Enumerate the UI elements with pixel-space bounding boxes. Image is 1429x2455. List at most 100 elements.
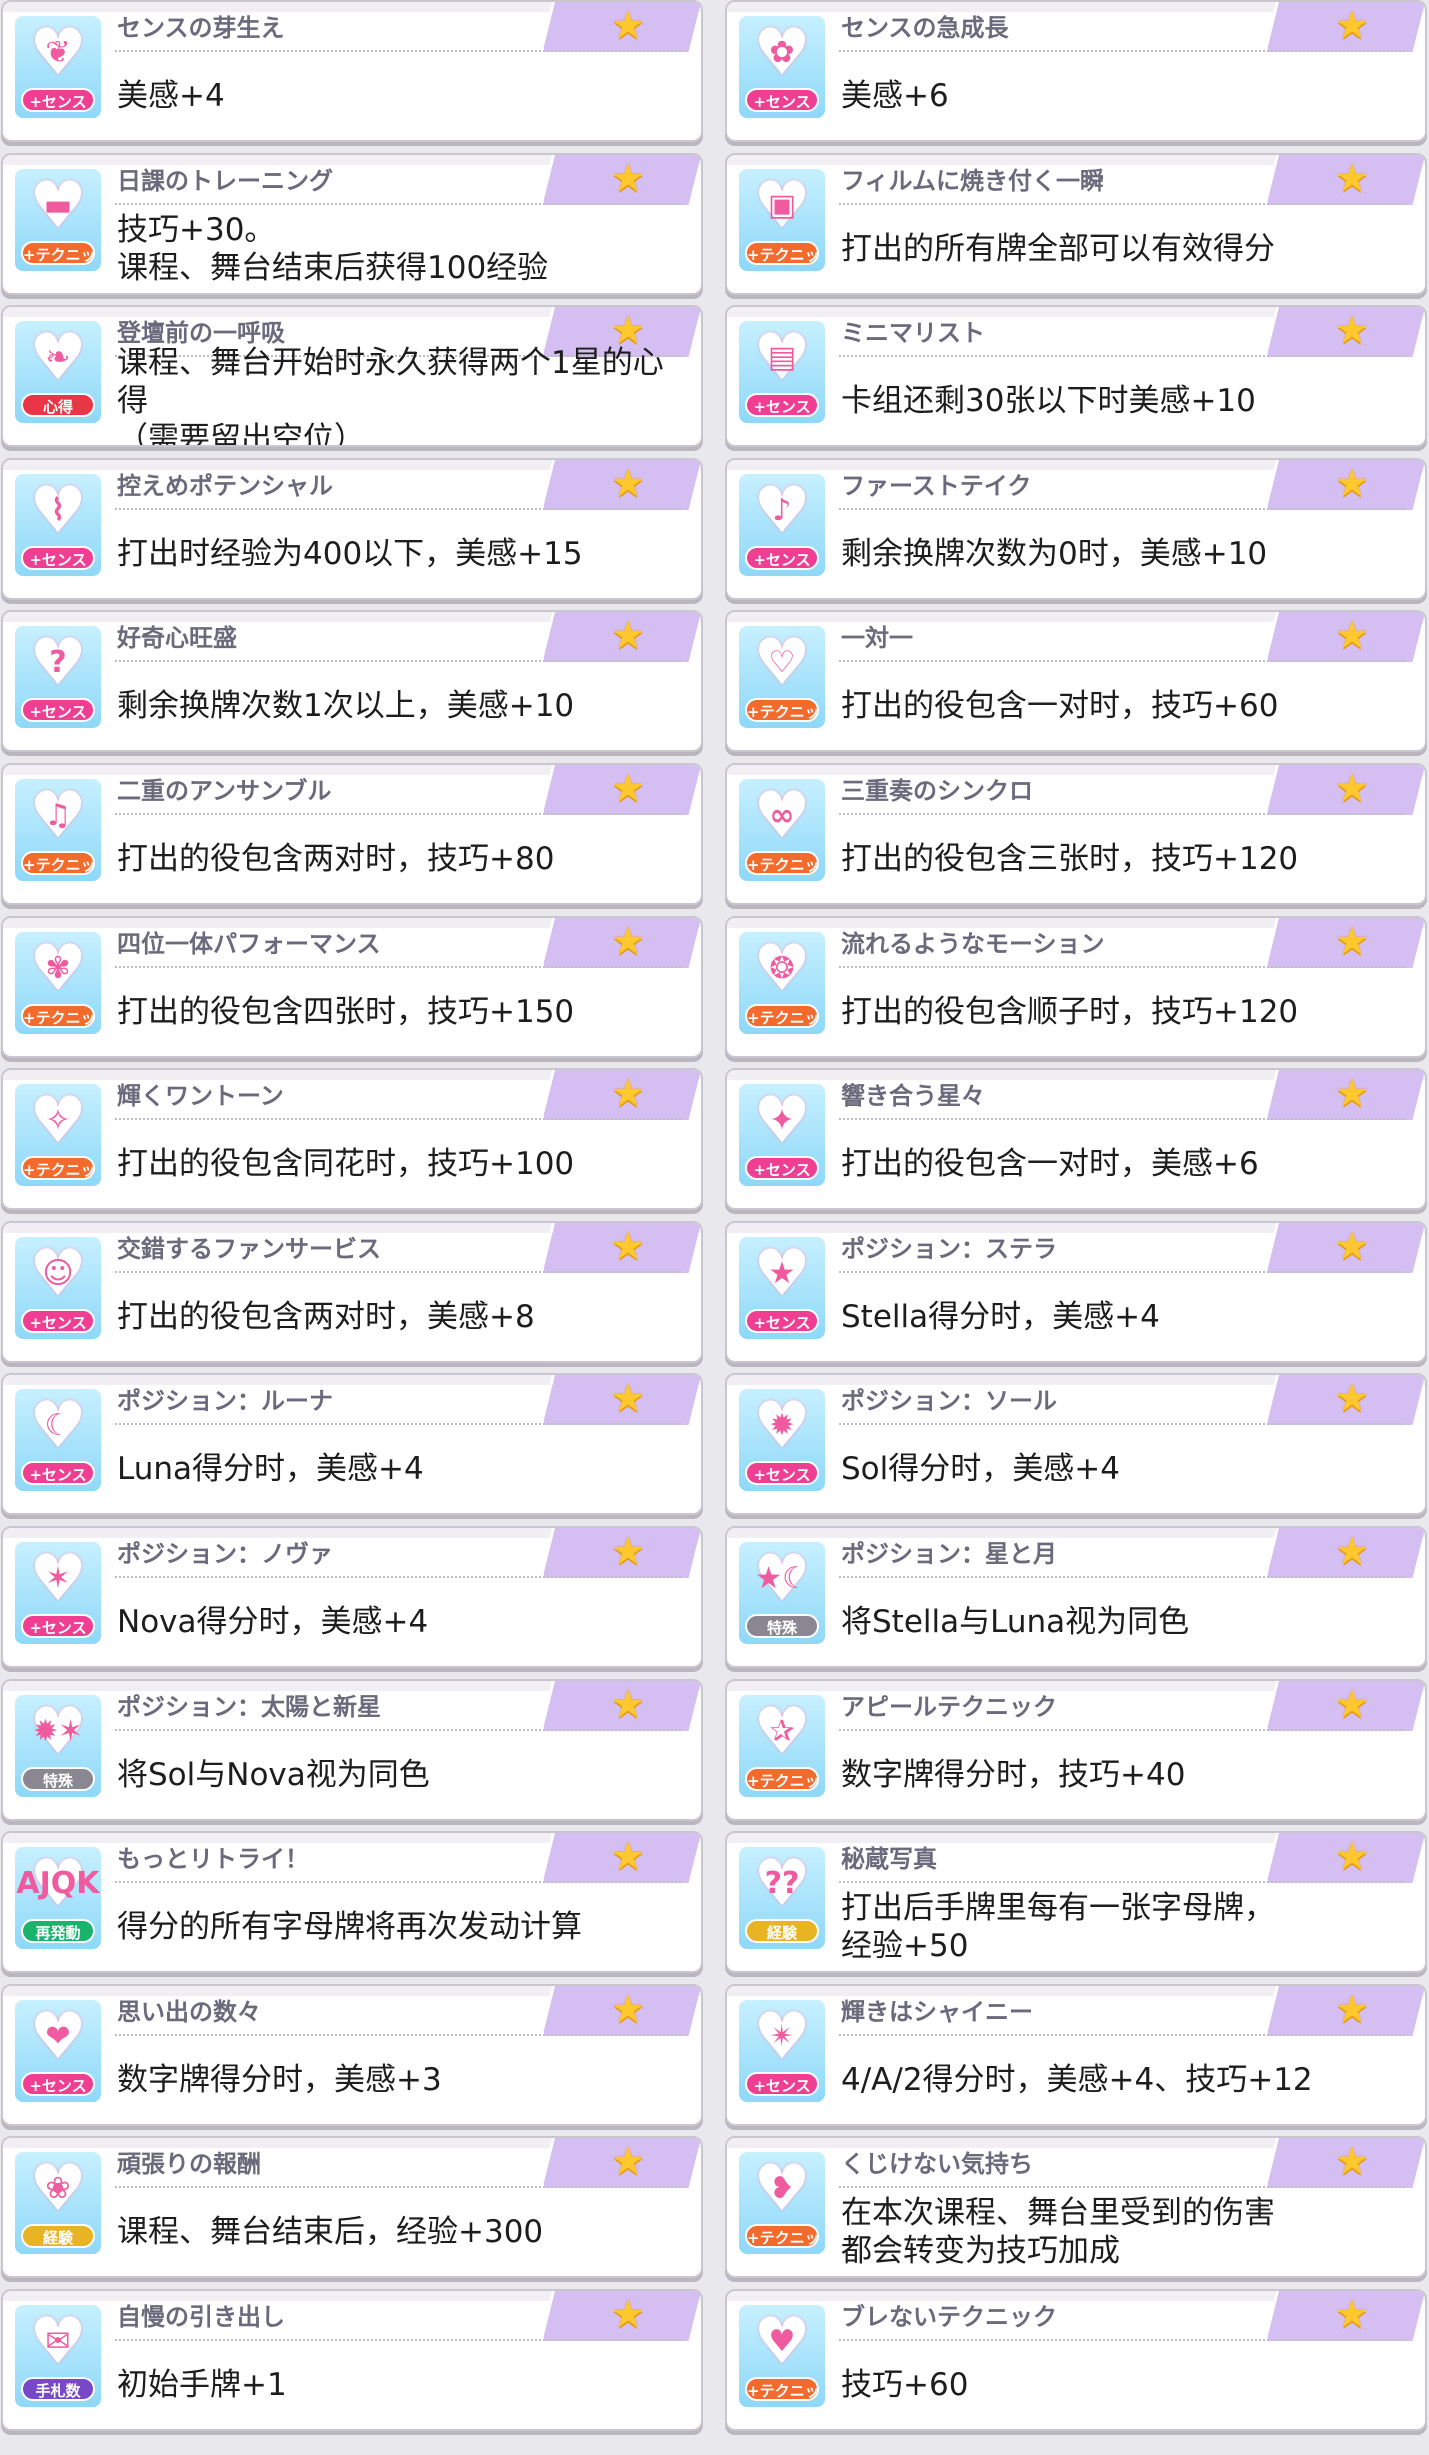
skill-icon-frame: ♥∞+テクニック (739, 778, 825, 881)
skill-description: 得分的所有字母牌将再次发动计算 (117, 1889, 689, 1965)
skill-description-text: 美感+4 (117, 78, 225, 114)
skill-card[interactable]: ★ ♥ ❤ +センス 思い出の数々 数字牌得分时，美感+3 (1, 1983, 703, 2126)
skill-title: 輝きはシャイニー (841, 1997, 1033, 2026)
rarity-star-icon: ★ (1334, 918, 1370, 963)
skill-card[interactable]: ★♥▬+テクニック日課のトレーニング技巧+30。 课程、舞台结束后获得100经验 (1, 152, 703, 295)
skill-icon-frame: ♥ ✉ 手札数 (15, 2304, 101, 2407)
rarity-star-icon: ★ (1334, 460, 1370, 505)
rarity-star-icon: ★ (610, 1071, 646, 1116)
skill-card[interactable]: ★ ♥ ♪ +センス ファーストテイク 剩余换牌次数为0时，美感+10 (725, 457, 1427, 600)
dotted-divider (839, 2338, 1405, 2341)
skill-card[interactable]: ★ ♥ ✹✶ 特殊 ポジション：太陽と新星 将Sol与Nova视为同色 (1, 1678, 703, 1821)
skill-card[interactable]: ★ ♥ ☾ +センス ポジション：ルーナ Luna得分时，美感+4 (1, 1373, 703, 1516)
rarity-star-icon: ★ (1334, 2291, 1370, 2336)
skill-title: もっとリトライ！ (117, 1845, 309, 1874)
sprout-icon: ❦ (45, 35, 71, 70)
skill-card[interactable]: ★ ♥ ✹ +センス ポジション：ソール Sol得分时，美感+4 (725, 1373, 1427, 1516)
idol-silhouette-icon: ☺ (42, 1255, 74, 1291)
skill-icon-frame: ♥▣+テクニック (739, 168, 825, 271)
skill-description-text: 打出的役包含四张时，技巧+150 (117, 993, 575, 1030)
skill-icon-frame: ♥ ❀ 経験 (15, 2152, 101, 2255)
dotted-divider (839, 507, 1405, 510)
skill-description-text: 打出的役包含两对时，技巧+80 (117, 840, 555, 877)
skill-card[interactable]: ★♥▣+テクニックフィルムに焼き付く一瞬打出的所有牌全部可以有效得分 (725, 152, 1427, 295)
dotted-divider (839, 1881, 1405, 1884)
dancer-icon: ✰ (769, 1713, 795, 1749)
skill-description-text: 课程、舞台开始时永久获得两个1星的心得 （需要留出空位） (117, 345, 664, 448)
dotted-divider (839, 1575, 1405, 1578)
skill-description-text: Stella得分时，美感+4 (841, 1298, 1160, 1335)
category-badge: +テクニック (21, 850, 95, 875)
skill-card[interactable]: ★ ♥ ✿ +センス センスの急成長 美感+6 (725, 0, 1427, 142)
skill-icon-frame: ♥ ☾ +センス (15, 1389, 101, 1492)
rarity-star-icon: ★ (1334, 765, 1370, 810)
skill-card[interactable]: ★ ♥ AJQK 再発動 もっとリトライ！ 得分的所有字母牌将再次发动计算 (1, 1831, 703, 1974)
skill-description-text: 卡组还剩30张以下时美感+10 (841, 383, 1256, 420)
skill-description: Sol得分时，美感+4 (841, 1431, 1413, 1507)
skill-card[interactable]: ★ ♥ ?‌? 経験 秘蔵写真 打出后手牌里每有一张字母牌， 经验+50 (725, 1831, 1427, 1974)
skill-description-text: 将Sol与Nova视为同色 (117, 1756, 430, 1793)
skill-description-text: 打出的役包含顺子时，技巧+120 (841, 993, 1299, 1030)
skill-description: 打出后手牌里每有一张字母牌， 经验+50 (841, 1889, 1413, 1965)
skill-card[interactable]: ★ ♥ ★ +センス ポジション：ステラ Stella得分时，美感+4 (725, 1220, 1427, 1363)
skill-card[interactable]: ★ ♥ ⌇ +センス 控えめポテンシャル 打出时经验为400以下，美感+15 (1, 457, 703, 600)
rarity-star-icon: ★ (1334, 155, 1370, 200)
skill-card[interactable]: ★ ♥ ☺ +センス 交錯するファンサービス 打出的役包含两对时，美感+8 (1, 1220, 703, 1363)
skill-icon-frame: ♥ ▤ +センス (739, 321, 825, 424)
sakura-icon: ✾ (45, 950, 71, 986)
skill-title: 秘蔵写真 (841, 1845, 937, 1874)
skill-title: 流れるようなモーション (841, 929, 1105, 958)
dotted-divider (115, 507, 681, 510)
shoes-icon: ❧ (45, 340, 71, 376)
skill-title: くじけない気持ち (841, 2150, 1033, 2179)
dotted-divider (115, 1118, 681, 1121)
skill-card[interactable]: ★ ♥ ✉ 手札数 自慢の引き出し 初始手牌+1 (1, 2288, 703, 2431)
winged-heart-icon: ♥ (768, 2323, 796, 2359)
skill-title: 輝くワントーン (117, 1082, 284, 1111)
skill-icon-frame: ♥ ❧ 心得 (15, 321, 101, 424)
dotted-divider (839, 812, 1405, 815)
skill-card[interactable]: ★♥✧+テクニック輝くワントーン打出的役包含同花时，技巧+100 (1, 1068, 703, 1211)
skill-description-text: 技巧+60 (841, 2366, 969, 2403)
star-moon-icon: ★☾ (755, 1560, 809, 1596)
skill-card[interactable]: ★ ♥ ❀ 経験 頑張りの報酬 课程、舞台结束后，经验+300 (1, 2136, 703, 2279)
card-grid: ★ ♥ ❦ +センス センスの芽生え 美感+4 ★ ♥ ✿ +センス センスの急成長 美感+6 ★ ♥ ▬ +… (0, 0, 1429, 2455)
skill-icon-frame: ♥❥+テクニック (739, 2152, 825, 2255)
skill-card[interactable]: ★ ♥ ▤ +センス ミニマリスト 卡组还剩30张以下时美感+10 (725, 305, 1427, 448)
skill-card[interactable]: ★♥♫+テクニック二重のアンサンブル打出的役包含两对时，技巧+80 (1, 762, 703, 905)
skill-icon-frame: ♥ ♪ +センス (739, 473, 825, 576)
skill-description-text: 打出时经验为400以下，美感+15 (117, 535, 583, 572)
skill-card[interactable]: ★♥❂+テクニック流れるようなモーション打出的役包含顺子时，技巧+120 (725, 915, 1427, 1058)
skill-icon-frame: ♥ ☺ +センス (15, 1236, 101, 1339)
category-badge: +テクニック (745, 2224, 819, 2249)
skill-card[interactable]: ★ ♥ ❦ +センス センスの芽生え 美感+4 (1, 0, 703, 142)
rarity-star-icon: ★ (1334, 1528, 1370, 1573)
skill-card[interactable]: ★ ♥? +センス 好奇心旺盛 剩余换牌次数1次以上，美感+10 (1, 610, 703, 753)
skill-card[interactable]: ★♥❥+テクニックくじけない気持ち在本次课程、舞台里受到的伤害 都会转变为技巧加… (725, 2136, 1427, 2279)
skill-card[interactable]: ★ ♥ ✶ +センス ポジション：ノヴァ Nova得分时，美感+4 (1, 1525, 703, 1668)
skill-card[interactable]: ★♥✰+テクニックアピールテクニック数字牌得分时，技巧+40 (725, 1678, 1427, 1821)
microphone-icon: ♪ (772, 492, 792, 528)
skill-card[interactable]: ★ ♥ ❧ 心得 登壇前の一呼吸 课程、舞台开始时永久获得两个1星的心得 （需要留出空位） (1, 305, 703, 448)
skill-card[interactable]: ★♥♡+テクニック一対一打出的役包含一对时，技巧+60 (725, 610, 1427, 753)
skill-card[interactable]: ★ ♥ ★☾ 特殊 ポジション：星と月 将Stella与Luna视为同色 (725, 1525, 1427, 1668)
dotted-divider (839, 1270, 1405, 1273)
skill-description: 打出的役包含顺子时，技巧+120 (841, 974, 1413, 1050)
skill-description-text: 技巧+30。 课程、舞台结束后获得100经验 (117, 211, 549, 286)
skill-description: 在本次课程、舞台里受到的伤害 都会转变为技巧加成 (841, 2194, 1413, 2270)
stairs-icon: ⌇ (50, 492, 66, 528)
skill-description-text: 打出的所有牌全部可以有效得分 (841, 230, 1275, 267)
category-badge: +テクニック (745, 1766, 819, 1791)
rarity-star-icon: ★ (610, 1834, 646, 1879)
skill-description: 美感+4 (117, 58, 689, 134)
dotted-divider (839, 965, 1405, 968)
drawer-icon: ✉ (45, 2323, 71, 2359)
rarity-star-icon: ★ (610, 155, 646, 200)
skill-card[interactable]: ★ ♥ ✴ +センス 輝きはシャイニー 4/A/2得分时，美感+4、技巧+12 (725, 1983, 1427, 2126)
skill-card[interactable]: ★♥♥+テクニックブレないテクニック技巧+60 (725, 2288, 1427, 2431)
skill-card[interactable]: ★♥∞+テクニック三重奏のシンクロ打出的役包含三张时，技巧+120 (725, 762, 1427, 905)
skill-card[interactable]: ★♥✾+テクニック四位一体パフォーマンス打出的役包含四张时，技巧+150 (1, 915, 703, 1058)
category-badge: +センス (21, 88, 95, 112)
skill-card[interactable]: ★ ♥ ✦ +センス 響き合う星々 打出的役包含一对时，美感+6 (725, 1068, 1427, 1211)
dotted-divider (839, 202, 1405, 205)
